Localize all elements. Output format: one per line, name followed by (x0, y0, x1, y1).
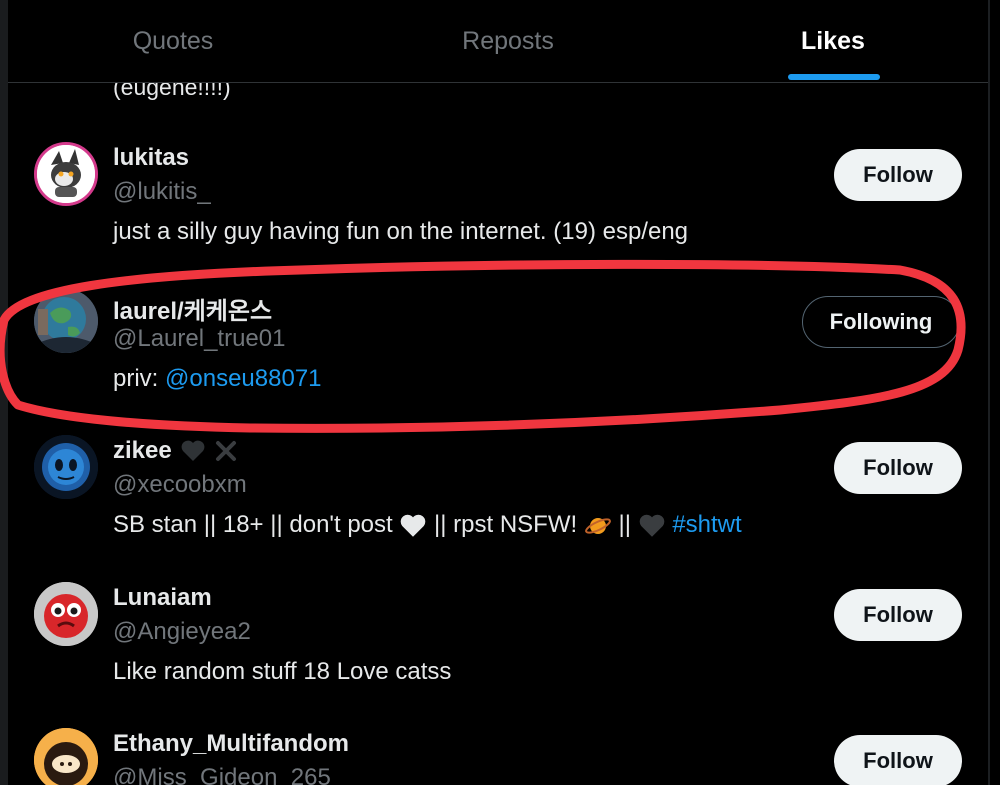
engagement-tabs: Quotes Reposts Likes (8, 0, 988, 83)
white-heart-icon (401, 514, 426, 537)
tab-quotes[interactable]: Quotes (68, 0, 278, 82)
follow-button[interactable]: Follow (834, 149, 962, 201)
user-bio: SB stan || 18+ || don't post || rpst NSF… (113, 511, 742, 538)
user-row-lukitas[interactable]: lukitas @lukitis_ just a silly guy havin… (8, 130, 988, 260)
black-heart-icon (639, 514, 664, 537)
user-name[interactable]: zikee (113, 437, 238, 465)
user-row-lunaiam[interactable]: Lunaiam @Angieyea2 Like random stuff 18 … (8, 570, 988, 700)
avatar-image (34, 728, 98, 785)
follow-button[interactable]: Follow (834, 589, 962, 641)
user-handle[interactable]: @Miss_Gideon_265 (113, 764, 331, 785)
user-name[interactable]: lukitas (113, 144, 189, 172)
user-bio: priv: @onseu88071 (113, 365, 322, 392)
avatar[interactable] (34, 289, 98, 353)
avatar[interactable] (34, 728, 98, 785)
user-handle[interactable]: @xecoobxm (113, 471, 247, 499)
following-button[interactable]: Following (802, 296, 960, 348)
follow-button[interactable]: Follow (834, 735, 962, 785)
bio-hashtag-link[interactable]: #shtwt (672, 511, 741, 538)
user-name[interactable]: Lunaiam (113, 584, 212, 612)
user-handle[interactable]: @Angieyea2 (113, 618, 251, 646)
avatar-image (34, 582, 98, 646)
user-bio: just a silly guy having fun on the inter… (113, 218, 689, 245)
follow-button[interactable]: Follow (834, 442, 962, 494)
ringed-planet-icon (584, 517, 611, 534)
tab-likes[interactable]: Likes (728, 0, 938, 82)
user-handle[interactable]: @Laurel_true01 (113, 325, 285, 353)
black-heart-icon (181, 440, 205, 461)
user-bio: Like random stuff 18 Love catss (113, 658, 452, 685)
avatar-image (34, 435, 98, 499)
column-right-border (988, 0, 990, 785)
window-left-edge (0, 0, 8, 785)
user-name[interactable]: laurel/케케온스 (113, 291, 272, 326)
user-row-ethany[interactable]: Ethany_Multifandom @Miss_Gideon_265 Foll… (8, 716, 988, 785)
avatar-image (37, 145, 95, 203)
tab-reposts[interactable]: Reposts (403, 0, 613, 82)
bio-mention-link[interactable]: @onseu88071 (165, 365, 322, 392)
user-handle[interactable]: @lukitis_ (113, 178, 211, 206)
user-name[interactable]: Ethany_Multifandom (113, 730, 349, 758)
avatar-image (34, 289, 98, 353)
avatar[interactable] (34, 435, 98, 499)
avatar[interactable] (34, 142, 98, 206)
likes-user-list-screen: (eugene!!!!) Quotes Reposts Likes lukita… (0, 0, 1000, 785)
user-row-zikee[interactable]: zikee @xecoobxm SB stan || 18+ || don't … (8, 423, 988, 553)
user-row-laurel[interactable]: laurel/케케온스 @Laurel_true01 priv: @onseu8… (8, 277, 988, 407)
active-tab-indicator (788, 74, 880, 80)
avatar[interactable] (34, 582, 98, 646)
x-mark-icon (215, 441, 236, 461)
